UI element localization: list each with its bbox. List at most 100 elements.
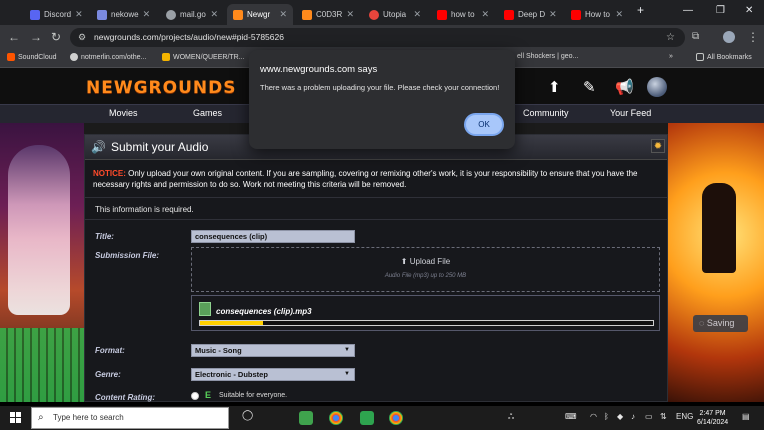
youtube-icon	[571, 9, 581, 20]
background-art-left	[0, 123, 84, 402]
close-tab-icon[interactable]: ✕	[615, 9, 623, 20]
tab-youtube-deep[interactable]: Deep D ✕	[498, 4, 562, 25]
user-avatar[interactable]	[647, 77, 667, 97]
task-view-icon[interactable]: ◯	[242, 410, 253, 421]
title-input[interactable]: consequences (clip)	[191, 230, 355, 243]
tab-label: Utopia	[383, 10, 407, 19]
tab-nekowe[interactable]: nekowe ✕	[91, 4, 155, 25]
format-label: Format:	[95, 346, 125, 355]
divider	[85, 197, 667, 198]
close-tab-icon[interactable]: ✕	[210, 9, 218, 20]
bookmark-label: SoundCloud	[18, 53, 57, 61]
close-tab-icon[interactable]: ✕	[346, 9, 354, 20]
tab-label: Discord	[44, 10, 72, 19]
wifi-icon[interactable]: ◠	[590, 412, 597, 421]
address-bar[interactable]: ⚙ newgrounds.com/projects/audio/new#pid-…	[70, 28, 685, 47]
extensions-icon[interactable]: ⧉	[692, 30, 699, 44]
nav-movies[interactable]: Movies	[109, 108, 138, 118]
bookmark-star-icon[interactable]: ☆	[666, 28, 675, 47]
close-tab-icon[interactable]: ✕	[549, 9, 557, 20]
tab-c0d3r[interactable]: C0D3R ✕	[296, 4, 360, 25]
utopia-icon	[369, 9, 379, 20]
rating-description: Suitable for everyone.	[219, 392, 288, 399]
battery-icon[interactable]: ▭	[645, 412, 653, 421]
close-tab-icon[interactable]: ✕	[143, 9, 151, 20]
rating-radio-everyone[interactable]	[191, 392, 199, 400]
upload-file-button[interactable]: ⬆ Upload File	[192, 257, 659, 266]
site-logo[interactable]: NEWGROUNDS	[86, 78, 236, 98]
upload-progress-bar	[199, 320, 654, 326]
chrome-icon[interactable]	[389, 411, 403, 425]
bookmarks-overflow[interactable]: »	[669, 53, 673, 60]
bookmark-women-queer[interactable]: WOMEN/QUEER/TR...	[162, 53, 245, 61]
close-tab-icon[interactable]: ✕	[481, 9, 489, 20]
language-indicator[interactable]: ENG	[676, 412, 693, 421]
forward-icon[interactable]: →	[30, 30, 42, 44]
all-bookmarks[interactable]: All Bookmarks	[696, 53, 752, 61]
nav-community[interactable]: Community	[523, 108, 569, 118]
upload-icon[interactable]: ⬆	[548, 78, 561, 96]
keyboard-icon[interactable]: ⌨	[565, 412, 577, 421]
close-window-button[interactable]: ✕	[745, 5, 753, 16]
bluetooth-icon[interactable]: ᛒ	[604, 412, 609, 421]
youtube-icon	[504, 9, 514, 20]
megaphone-icon[interactable]: 📢	[615, 78, 634, 96]
maximize-button[interactable]: ❐	[716, 5, 725, 16]
genre-select[interactable]: Electronic - Dubstep ▼	[191, 368, 355, 381]
bookmark-soundcloud[interactable]: SoundCloud	[7, 53, 57, 61]
format-value: Music - Song	[195, 346, 242, 355]
chevron-down-icon: ▼	[344, 371, 350, 377]
app-icon[interactable]	[360, 411, 374, 425]
site-info-icon[interactable]: ⚙	[78, 28, 86, 47]
feed-icon[interactable]: ✎	[583, 78, 596, 96]
nav-your-feed[interactable]: Your Feed	[610, 108, 651, 118]
bookmark-shell-shockers[interactable]: ell Shockers | geo...	[517, 53, 578, 60]
people-icon[interactable]: ஃ	[508, 412, 514, 422]
tab-utopia[interactable]: Utopia ✕	[363, 4, 427, 25]
bookmark-notmerlin[interactable]: notmerlin.com/othe...	[70, 53, 146, 61]
reload-icon[interactable]: ↻	[51, 30, 61, 44]
menu-icon[interactable]: ⋮	[747, 30, 759, 44]
chrome-icon[interactable]	[329, 411, 343, 425]
chevron-double-right-icon: »	[669, 53, 673, 60]
tab-label: Newgr	[247, 10, 271, 19]
upload-dropzone[interactable]: ⬆ Upload File Audio File (mp3) up to 250…	[191, 247, 660, 292]
tab-youtube-how-to[interactable]: how to ✕	[431, 4, 495, 25]
soundcloud-icon	[7, 53, 15, 61]
close-tab-icon[interactable]: ✕	[279, 9, 287, 20]
spinner-icon: ◌	[699, 318, 707, 328]
tab-discord[interactable]: Discord ✕	[24, 4, 88, 25]
dialog-title: www.newgrounds.com says	[260, 64, 378, 75]
saving-label: Saving	[706, 318, 735, 328]
browser-toolbar: ← → ↻ ⚙ newgrounds.com/projects/audio/ne…	[0, 25, 764, 50]
back-icon[interactable]: ←	[8, 30, 20, 44]
taskbar-search[interactable]: ⌕ Type here to search	[31, 407, 229, 429]
close-tab-icon[interactable]: ✕	[75, 9, 83, 20]
volume-icon[interactable]: ♪	[631, 412, 635, 421]
network-icon[interactable]: ⇅	[660, 412, 667, 421]
windows-start-icon[interactable]	[10, 412, 21, 423]
system-clock[interactable]: 2:47 PM 6/14/2024	[697, 409, 728, 427]
ok-button[interactable]: OK	[464, 113, 504, 136]
search-icon: ⌕	[38, 412, 44, 423]
tab-label: Deep D	[518, 10, 546, 19]
tab-newgrounds[interactable]: Newgr ✕	[227, 4, 293, 25]
tab-mail[interactable]: mail.go ✕	[160, 4, 224, 25]
uploaded-file: consequences (clip).mp3	[191, 295, 660, 331]
format-select[interactable]: Music - Song ▼	[191, 344, 355, 357]
security-icon[interactable]: ◆	[617, 412, 623, 421]
notifications-icon[interactable]: ▤	[742, 412, 750, 421]
panel-title: Submit your Audio	[111, 140, 209, 154]
gear-icon[interactable]: ✹	[651, 139, 665, 153]
minimize-button[interactable]: —	[683, 5, 693, 16]
new-tab-button[interactable]: +	[637, 3, 644, 17]
profile-avatar[interactable]	[723, 31, 735, 43]
tab-label: mail.go	[180, 10, 206, 19]
close-tab-icon[interactable]: ✕	[413, 9, 421, 20]
browser-tab-bar: Discord ✕ nekowe ✕ mail.go ✕ Newgr ✕ C0D…	[0, 0, 764, 25]
equalizer-art	[0, 328, 84, 402]
dialog-message: There was a problem uploading your file.…	[260, 83, 500, 92]
nav-games[interactable]: Games	[193, 108, 222, 118]
tab-youtube-how-to-2[interactable]: How to ✕	[565, 4, 629, 25]
minecraft-icon[interactable]	[299, 411, 313, 425]
